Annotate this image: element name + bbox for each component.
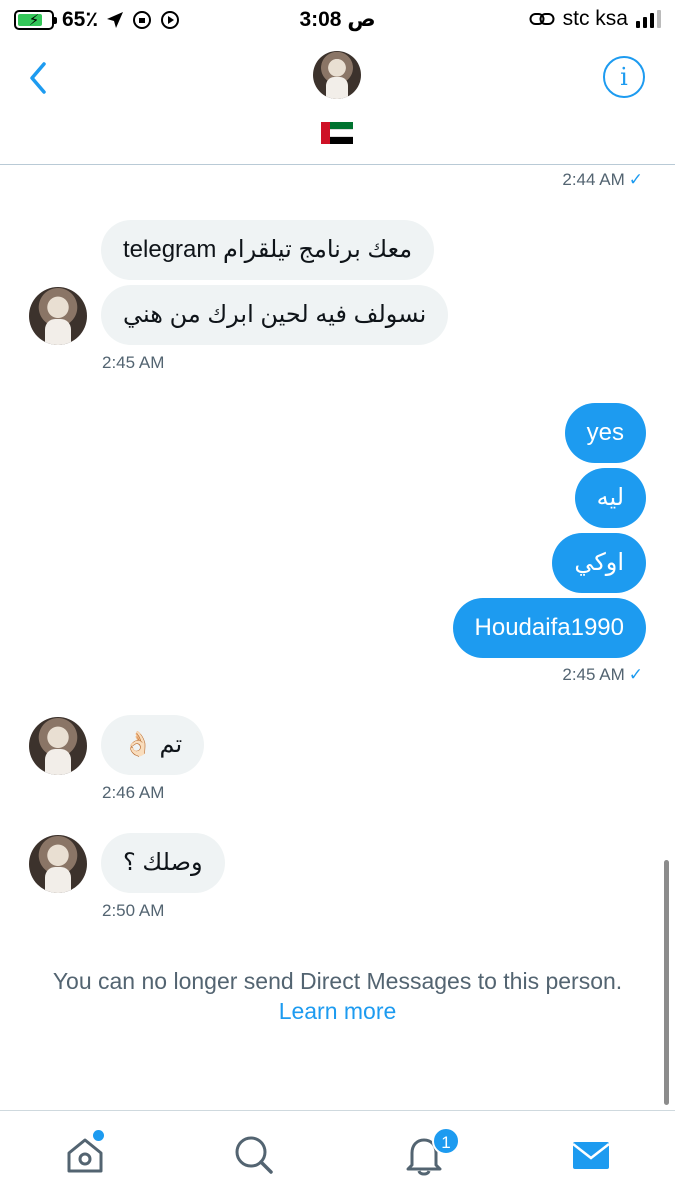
carrier-name: stc ksa	[562, 7, 628, 30]
incoming-message[interactable]: نسولف فيه لحين ابرك من هني	[101, 285, 449, 345]
mail-icon[interactable]	[569, 1133, 613, 1177]
incoming-message[interactable]: تم 👌🏻	[101, 715, 205, 775]
status-bar: ⚡ 65٪ 3:08 ص stc ksa	[0, 0, 675, 38]
message-timestamp: 2:44 AM ✓	[562, 170, 643, 189]
message-timestamp: 2:46 AM	[102, 783, 165, 802]
search-icon[interactable]	[232, 1133, 276, 1177]
sent-check-icon: ✓	[628, 665, 643, 684]
message-timestamp: 2:45 AM ✓	[562, 665, 643, 684]
incoming-message[interactable]: وصلك ؟	[101, 833, 225, 893]
outgoing-message[interactable]: اوكي	[552, 533, 646, 593]
status-right: stc ksa	[529, 7, 661, 31]
signal-icon	[636, 10, 661, 28]
scrollbar[interactable]	[664, 860, 669, 1105]
message-timestamp: 2:45 AM	[102, 353, 165, 372]
notice-text: You can no longer send Direct Messages t…	[52, 968, 623, 994]
bottom-tab-bar: 1	[0, 1110, 675, 1200]
contact-avatar[interactable]	[313, 51, 361, 99]
outgoing-message[interactable]: yes	[564, 403, 646, 463]
incoming-message[interactable]: معك برنامج تيلقرام telegram	[101, 220, 435, 280]
outgoing-message[interactable]: Houdaifa1990	[452, 598, 646, 658]
message-timestamp: 2:50 AM	[102, 901, 165, 920]
sender-avatar[interactable]	[29, 835, 87, 893]
link-icon	[529, 13, 555, 25]
learn-more-link[interactable]: Learn more	[0, 996, 675, 1026]
sender-avatar[interactable]	[29, 717, 87, 775]
conversation-header: i	[0, 38, 675, 165]
outgoing-message[interactable]: ليه	[574, 468, 646, 528]
back-arrow-icon[interactable]	[24, 58, 54, 98]
dm-restriction-notice: You can no longer send Direct Messages t…	[0, 966, 675, 1026]
notifications-badge: 1	[432, 1127, 460, 1155]
sender-avatar[interactable]	[29, 287, 87, 345]
info-icon[interactable]: i	[603, 56, 645, 98]
sent-check-icon: ✓	[628, 170, 643, 189]
uae-flag-emoji	[321, 122, 353, 145]
home-new-dot	[93, 1130, 104, 1141]
